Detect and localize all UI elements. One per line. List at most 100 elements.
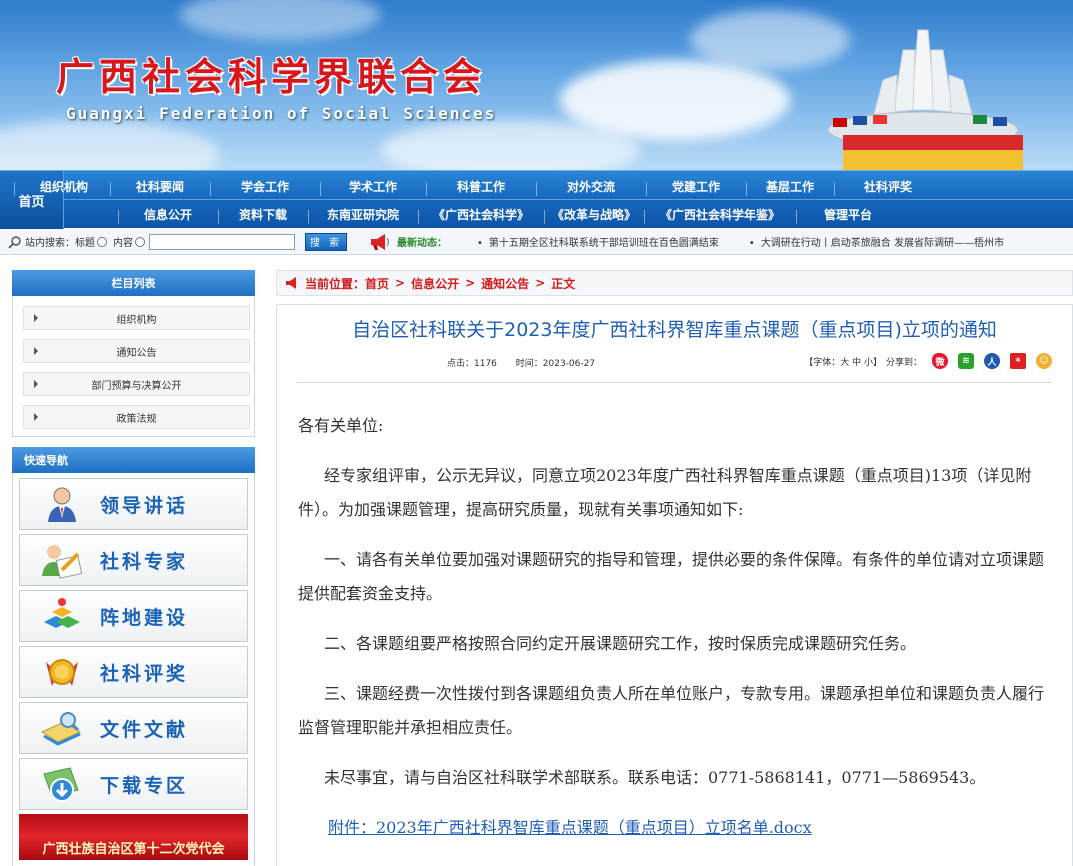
column-item[interactable]: 政策法规 <box>23 405 250 429</box>
document-search-icon <box>32 704 92 752</box>
font-size-control[interactable]: 【字体：大 中 小】 <box>804 355 882 368</box>
column-list-title: 栏目列表 <box>111 277 156 290</box>
nav-item[interactable]: 《广西社会科学》 <box>418 206 544 224</box>
attachment-link[interactable]: 附件：2023年广西社科界智库重点课题（重点项目）立项名单.docx <box>328 811 812 845</box>
article-paragraph: 二、各课题组要严格按照合同约定开展课题研究工作，按时保质完成课题研究任务。 <box>324 634 917 653</box>
nav-item[interactable]: 基层工作 <box>746 178 834 196</box>
column-item-label: 政策法规 <box>116 413 157 425</box>
quick-label: 领导讲话 <box>100 494 189 517</box>
search-bar: 站内搜索： 标题 内容 搜 索 最新动态： 第十五期全区社科联系统干部培训班在百… <box>0 229 1073 255</box>
column-item[interactable]: 通知公告 <box>23 339 250 363</box>
article-paragraph: 一、请各有关单位要加强对课题研究的指导和管理，提供必要的条件保障。有条件的单位请… <box>298 550 1045 603</box>
click-count: 点击：1176 <box>447 359 497 369</box>
article-body: 各有关单位: 经专家组评审，公示无异议，同意立项2023年度广西社科界智库重点课… <box>298 409 1048 845</box>
breadcrumb-separator-icon: > <box>535 276 546 290</box>
quick-label: 社科专家 <box>100 550 189 573</box>
arrow-right-icon <box>34 413 38 421</box>
wechat-icon[interactable]: ≋ <box>958 353 974 369</box>
megaphone-icon <box>286 277 296 289</box>
share-label: 分享到： <box>885 357 922 368</box>
article-panel: 自治区社科联关于2023年度广西社科界智库重点课题（重点项目)立项的通知 点击：… <box>276 304 1073 866</box>
breadcrumb: 当前位置： 首页 > 信息公开 > 通知公告 > 正文 <box>276 270 1073 296</box>
quick-awards-button[interactable]: 社科评奖 <box>19 646 248 698</box>
convention-center-image <box>827 29 1023 170</box>
publish-date: 时间：2023-06-27 <box>515 359 596 369</box>
news-ticker-item[interactable]: 大调研在行动丨启动茶旅融合 发展省际调研——梧州市 <box>749 234 1004 249</box>
weibo-icon[interactable]: 微 <box>932 353 948 369</box>
nav-item[interactable]: 管理平台 <box>796 206 900 224</box>
nav-item[interactable]: 社科评奖 <box>834 178 942 196</box>
divider <box>297 382 1052 383</box>
search-button[interactable]: 搜 索 <box>305 232 347 251</box>
article-meta: 点击：1176 时间：2023-06-27 【字体：大 中 小】 分享到： 微 … <box>297 353 1052 375</box>
nav-item[interactable]: 资料下载 <box>218 206 308 224</box>
party-congress-banner[interactable]: 广西壮族自治区第十二次党代会 <box>19 814 248 860</box>
search-opt-content-label: 内容 <box>113 238 133 249</box>
site-banner: 广西社会科学界联合会 Guangxi Federation of Social … <box>0 0 1073 170</box>
quick-nav-title: 快速导航 <box>24 454 68 467</box>
column-item-label: 组织机构 <box>116 314 157 326</box>
party-banner-text: 广西壮族自治区第十二次党代会 <box>42 842 225 857</box>
quick-label: 社科评奖 <box>100 662 189 685</box>
nav-item[interactable]: 科普工作 <box>426 178 536 196</box>
nav-item[interactable]: 组织机构 <box>14 178 114 196</box>
article-greeting: 各有关单位: <box>298 416 384 435</box>
breadcrumb-label: 当前位置： <box>305 276 366 291</box>
column-item-label: 部门预算与决算公开 <box>91 380 182 392</box>
search-opt-title-label: 标题 <box>75 238 95 249</box>
kaixin-icon[interactable]: ☺ <box>1036 353 1052 369</box>
renren-icon[interactable]: 人 <box>984 353 1000 369</box>
quick-label: 下载专区 <box>100 774 189 797</box>
quick-nav: 领导讲话 社科专家 阵地建设 社科评奖 文件文献 下载专区 广西壮族自治区第十二… <box>12 473 255 866</box>
column-item[interactable]: 组织机构 <box>23 306 250 330</box>
download-icon <box>32 760 92 808</box>
search-label: 站内搜索： <box>25 238 75 249</box>
article-paragraph: 经专家组评审，公示无异议，同意立项2023年度广西社科界智库重点课题（重点项目)… <box>298 466 1032 519</box>
main-nav: 首页 组织机构 社科要闻 学会工作 学术工作 科普工作 对外交流 党建工作 基层… <box>0 170 1073 229</box>
nav-row-1: 组织机构 社科要闻 学会工作 学术工作 科普工作 对外交流 党建工作 基层工作 … <box>14 173 1073 200</box>
nav-item[interactable]: 《广西社会科学年鉴》 <box>644 206 796 224</box>
search-title-radio[interactable] <box>97 236 107 247</box>
nav-item[interactable]: 社科要闻 <box>110 178 210 196</box>
person-icon <box>32 480 92 528</box>
breadcrumb-notices[interactable]: 通知公告 <box>481 275 529 292</box>
nav-item[interactable]: 对外交流 <box>536 178 646 196</box>
pen-check-icon <box>32 536 92 584</box>
nav-item[interactable]: 学术工作 <box>320 178 426 196</box>
article-paragraph: 三、课题经费一次性拨付到各课题组负责人所在单位账户，专款专用。课题承担单位和课题… <box>298 684 1045 737</box>
search-input[interactable] <box>149 233 295 250</box>
nav-item[interactable]: 党建工作 <box>646 178 746 196</box>
arrow-right-icon <box>34 347 38 355</box>
medal-icon <box>32 648 92 696</box>
people-daily-icon[interactable]: ✶ <box>1010 353 1026 369</box>
nav-item[interactable]: 东南亚研究院 <box>308 206 418 224</box>
quick-label: 文件文献 <box>100 718 189 741</box>
column-item-label: 通知公告 <box>116 347 157 359</box>
nav-item[interactable]: 学会工作 <box>210 178 320 196</box>
quick-leader-speech-button[interactable]: 领导讲话 <box>19 478 248 530</box>
breadcrumb-separator-icon: > <box>465 276 476 290</box>
breadcrumb-info-public[interactable]: 信息公开 <box>411 275 459 292</box>
sidebar: 栏目列表 组织机构 通知公告 部门预算与决算公开 政策法规 快速导航 领导讲话 … <box>12 270 255 866</box>
breadcrumb-separator-icon: > <box>395 276 406 290</box>
quick-label: 阵地建设 <box>100 606 189 629</box>
megaphone-icon <box>371 233 390 250</box>
news-ticker-item[interactable]: 第十五期全区社科联系统干部培训班在百色圆满结束 <box>477 234 719 249</box>
breadcrumb-current-page: 正文 <box>551 276 576 291</box>
article-title: 自治区社科联关于2023年度广西社科界智库重点课题（重点项目)立项的通知 <box>352 319 997 341</box>
column-list-header: 栏目列表 <box>12 270 255 296</box>
arrow-right-icon <box>34 314 38 322</box>
nav-item[interactable]: 《改革与战略》 <box>544 206 644 224</box>
column-item[interactable]: 部门预算与决算公开 <box>23 372 250 396</box>
search-content-radio[interactable] <box>135 236 145 247</box>
nav-item[interactable]: 信息公开 <box>118 206 218 224</box>
quick-downloads-button[interactable]: 下载专区 <box>19 758 248 810</box>
quick-experts-button[interactable]: 社科专家 <box>19 534 248 586</box>
blocks-icon <box>32 592 92 640</box>
search-icon <box>8 235 21 249</box>
arrow-right-icon <box>34 380 38 388</box>
site-title: 广西社会科学界联合会 <box>56 54 487 99</box>
breadcrumb-home[interactable]: 首页 <box>365 275 389 292</box>
quick-position-building-button[interactable]: 阵地建设 <box>19 590 248 642</box>
quick-documents-button[interactable]: 文件文献 <box>19 702 248 754</box>
